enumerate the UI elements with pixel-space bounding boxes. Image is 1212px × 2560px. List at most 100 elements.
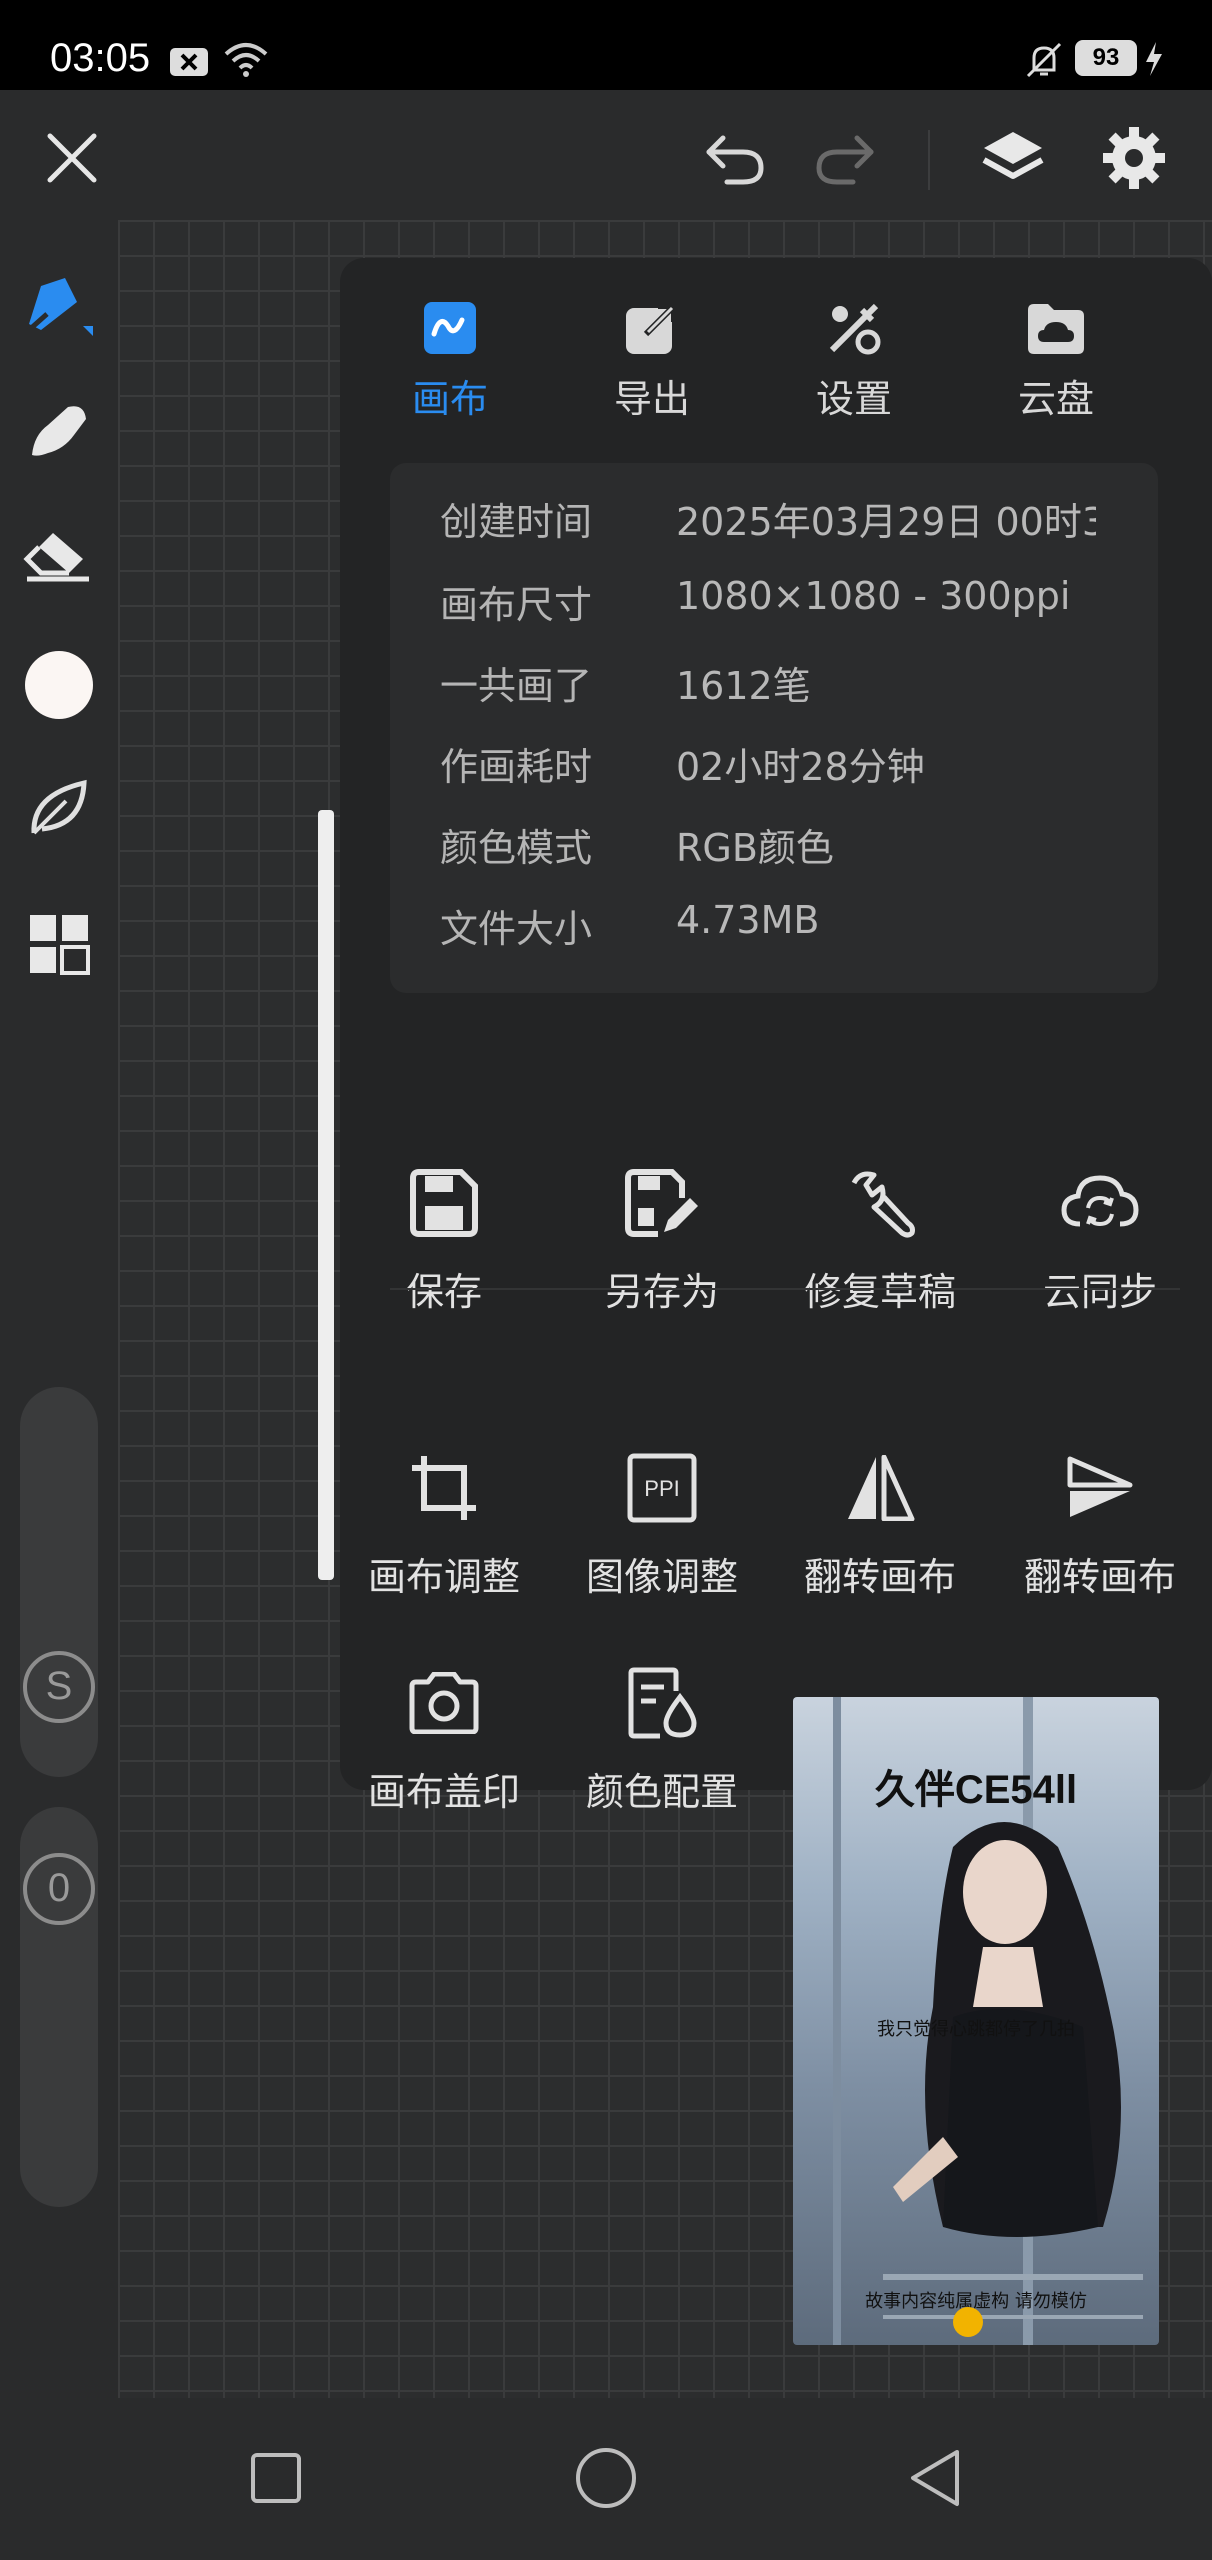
status-time: 03:05 (50, 36, 151, 80)
color-profile-button[interactable]: 颜色配置 (562, 1663, 762, 1816)
repair-draft-button[interactable]: 修复草稿 (780, 1163, 980, 1316)
charging-icon (1144, 42, 1164, 80)
ad-caption-top: 我只觉得心跳都停了几拍 (877, 2019, 1075, 2040)
ad-duck-icon (953, 2307, 983, 2337)
pen-tool-button[interactable] (19, 266, 99, 346)
close-button[interactable] (32, 120, 112, 200)
drawing-app: S 0 画布 导出 设置 云盘 创建时间 2025年03月29日 00时3 画布… (0, 90, 1212, 2398)
action-label: 翻转画布 (1023, 1555, 1176, 1599)
save-button[interactable]: 保存 (344, 1163, 544, 1316)
info-value: 1080×1080 - 300ppi (676, 574, 1071, 618)
save-as-button[interactable]: 另存为 (562, 1163, 762, 1316)
brush-opacity-slider[interactable]: 0 (20, 1807, 98, 2207)
flip-canvas-vertical-button[interactable]: 翻转画布 (1000, 1448, 1200, 1601)
pen-tool-icon (19, 264, 99, 348)
status-bar: 03:05 93 (0, 0, 1212, 90)
save-as-icon (622, 1163, 702, 1243)
save-icon (404, 1163, 484, 1243)
system-navigation-bar (0, 2398, 1212, 2560)
brush-size-knob[interactable]: S (23, 1651, 95, 1723)
action-label: 画布盖印 (367, 1770, 520, 1814)
repair-wrench-icon (840, 1163, 920, 1243)
tools-settings-icon (824, 298, 884, 358)
tab-export[interactable]: 导出 (572, 298, 732, 428)
battery-icon: 93 (1075, 40, 1137, 76)
bell-muted-icon (1024, 40, 1064, 84)
flip-vertical-icon (1060, 1448, 1140, 1528)
recent-apps-button[interactable] (236, 2440, 316, 2520)
toolbar-divider (928, 130, 930, 190)
floating-ad-video[interactable]: 久伴CE54ll 我只觉得心跳都停了几拍 故事内容纯属虚构 请勿模仿 (793, 1697, 1159, 2345)
info-value: RGB颜色 (676, 826, 834, 870)
wifi-icon (222, 40, 270, 84)
cloud-drive-icon (1026, 298, 1086, 358)
tab-label: 设置 (815, 377, 892, 421)
export-icon (622, 298, 682, 358)
settings-icon (1101, 125, 1167, 195)
info-value: 4.73MB (676, 898, 820, 942)
info-key: 文件大小 (440, 907, 593, 951)
image-adjust-button[interactable]: PPI 图像调整 (562, 1448, 762, 1601)
canvas-stamp-button[interactable]: 画布盖印 (344, 1663, 544, 1816)
smudge-tool-button[interactable] (19, 392, 99, 472)
leaf-tool-icon (26, 775, 92, 845)
action-label: 图像调整 (585, 1555, 738, 1599)
section-divider (390, 1288, 1180, 1290)
eraser-tool-button[interactable] (19, 517, 99, 597)
brush-opacity-knob[interactable]: 0 (23, 1853, 95, 1925)
top-toolbar (0, 90, 1212, 220)
canvas-adjust-button[interactable]: 画布调整 (344, 1448, 544, 1601)
close-icon (44, 130, 100, 190)
info-value: 02小时28分钟 (676, 745, 925, 789)
grid-menu-button[interactable] (19, 906, 99, 986)
info-key: 颜色模式 (440, 826, 593, 870)
recent-apps-icon (250, 2452, 302, 2508)
tab-label: 导出 (613, 377, 690, 421)
notification-x-icon (170, 46, 210, 82)
tab-label: 画布 (411, 377, 488, 421)
current-color-swatch (25, 651, 93, 719)
canvas-icon (420, 298, 480, 358)
info-key: 作画耗时 (440, 745, 593, 789)
panel-scroll-indicator[interactable] (318, 810, 334, 1580)
undo-button[interactable] (695, 120, 775, 200)
action-label: 翻转画布 (803, 1555, 956, 1599)
home-icon (575, 2447, 637, 2513)
tab-settings[interactable]: 设置 (774, 298, 934, 428)
ppi-icon: PPI (622, 1448, 702, 1528)
cloud-sync-icon (1060, 1163, 1140, 1243)
action-label: 颜色配置 (585, 1770, 738, 1814)
crop-icon (404, 1448, 484, 1528)
smudge-tool-icon (24, 395, 94, 469)
info-key: 创建时间 (440, 500, 593, 544)
redo-button[interactable] (805, 120, 885, 200)
color-profile-icon (622, 1663, 702, 1743)
info-value: 1612笔 (676, 664, 811, 708)
brush-size-slider[interactable]: S (20, 1387, 98, 1777)
camera-stamp-icon (404, 1663, 484, 1743)
back-icon (907, 2448, 963, 2512)
info-key: 画布尺寸 (440, 583, 593, 627)
grid-menu-icon (28, 913, 90, 979)
action-label: 画布调整 (367, 1555, 520, 1599)
tab-canvas[interactable]: 画布 (370, 298, 530, 428)
layers-icon (980, 128, 1046, 192)
canvas-menu-panel: 画布 导出 设置 云盘 创建时间 2025年03月29日 00时33分 (340, 258, 1212, 1814)
home-button[interactable] (566, 2440, 646, 2520)
settings-button[interactable] (1094, 120, 1174, 200)
undo-icon (703, 130, 767, 190)
back-button[interactable] (895, 2440, 975, 2520)
tool-sidebar: S 0 (0, 220, 118, 2398)
leaf-tool-button[interactable] (19, 770, 99, 850)
canvas-info-box: 创建时间 2025年03月29日 00时33分 画布尺寸 1080×1080 -… (390, 463, 1158, 993)
cloud-sync-button[interactable]: 云同步 (1000, 1163, 1200, 1316)
layers-button[interactable] (973, 120, 1053, 200)
info-key: 一共画了 (440, 664, 593, 708)
redo-icon (813, 130, 877, 190)
tab-cloud-drive[interactable]: 云盘 (976, 298, 1136, 428)
info-value: 2025年03月29日 00时33分 (676, 500, 1096, 544)
color-picker[interactable] (19, 645, 99, 725)
flip-canvas-horizontal-button[interactable]: 翻转画布 (780, 1448, 980, 1601)
eraser-tool-icon (23, 525, 95, 589)
tab-label: 云盘 (1017, 377, 1094, 421)
